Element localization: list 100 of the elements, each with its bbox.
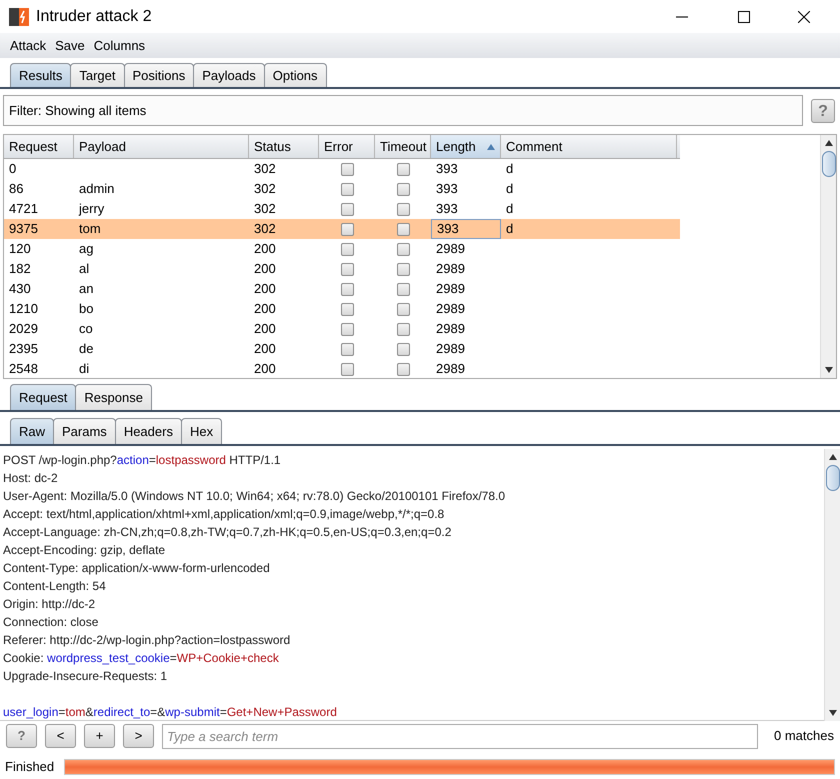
tab[interactable]: Response	[75, 384, 152, 410]
tab[interactable]: Hex	[180, 418, 222, 444]
match-count: 0 matches	[774, 727, 834, 746]
table-cell-text: 2989	[436, 320, 465, 338]
column-header[interactable]: Comment	[501, 135, 677, 158]
toolbar-button[interactable]: >	[123, 724, 154, 748]
toolbar-button[interactable]: ?	[6, 724, 37, 748]
checkbox[interactable]	[340, 282, 354, 296]
filter-bar[interactable]: Filter: Showing all items	[3, 95, 803, 126]
table-cell-text: bo	[79, 300, 94, 318]
checkbox[interactable]	[340, 202, 354, 216]
checkbox[interactable]	[340, 362, 354, 376]
checkbox[interactable]	[396, 202, 410, 216]
checkbox[interactable]	[340, 342, 354, 356]
help-button[interactable]: ?	[811, 98, 835, 122]
request-line: Origin: http://dc-2	[3, 596, 96, 613]
table-cell-text: 302	[254, 220, 276, 238]
scroll-down-icon[interactable]	[824, 367, 832, 373]
table-cell-text: 302	[254, 160, 276, 178]
table-cell-text: 2989	[436, 360, 465, 378]
tab[interactable]: Results	[10, 63, 72, 87]
maximize-icon[interactable]	[738, 10, 750, 22]
tab[interactable]: Target	[70, 63, 124, 87]
checkbox[interactable]	[396, 262, 410, 276]
checkbox[interactable]	[340, 162, 354, 176]
table-cell-text: 200	[254, 240, 276, 258]
table-cell-text: co	[79, 320, 93, 338]
column-header[interactable]: Request	[4, 135, 74, 158]
table-cell-text: admin	[79, 180, 114, 198]
request-line: User-Agent: Mozilla/5.0 (Windows NT 10.0; Win64; x64; rv:78.0) Gecko/20100101 Firefox/78.0	[3, 488, 506, 505]
checkbox[interactable]	[340, 322, 354, 336]
tab[interactable]: Options	[264, 63, 327, 87]
column-header[interactable]: Error	[319, 135, 375, 158]
checkbox[interactable]	[340, 242, 354, 256]
table-cell-text: d	[506, 220, 514, 238]
table-cell-text: tom	[79, 220, 101, 238]
checkbox[interactable]	[396, 302, 410, 316]
table-cell-text: di	[79, 360, 90, 378]
request-line: Cookie: wordpress_test_cookie=WP+Cookie+check	[3, 650, 280, 667]
toolbar-button[interactable]: +	[84, 724, 115, 748]
table-row[interactable]: 9375 tom 302 393 d	[4, 219, 680, 239]
request-line: POST /wp-login.php?action=lostpassword HTTP/1.1	[3, 452, 282, 469]
menu-item[interactable]: Attack	[10, 36, 46, 56]
toolbar-button[interactable]: <	[45, 724, 76, 748]
table-cell-text: an	[79, 280, 94, 298]
checkbox[interactable]	[396, 242, 410, 256]
table-cell-text: 200	[254, 320, 276, 338]
table-cell-text: ag	[79, 240, 94, 258]
search-field[interactable]: Type a search term	[162, 724, 758, 748]
tab[interactable]: Headers	[114, 418, 182, 444]
tab[interactable]: Payloads	[193, 63, 265, 87]
table-cell-text: 200	[254, 360, 276, 378]
checkbox[interactable]	[396, 162, 410, 176]
close-icon[interactable]	[798, 10, 810, 22]
scrollbar-thumb[interactable]	[826, 465, 840, 491]
checkbox[interactable]	[340, 182, 354, 196]
tab[interactable]: Request	[10, 384, 76, 410]
table-cell-text: d	[506, 200, 514, 218]
table-cell-text: 2029	[9, 320, 38, 338]
window-title: Intruder attack 2	[36, 6, 152, 26]
menu-item[interactable]: Save	[55, 36, 85, 56]
checkbox[interactable]	[396, 322, 410, 336]
table-cell-text: 9375	[9, 220, 38, 238]
checkbox[interactable]	[396, 222, 410, 236]
checkbox[interactable]	[340, 222, 354, 236]
checkbox[interactable]	[396, 282, 410, 296]
table-cell-text: 200	[254, 340, 276, 358]
table-cell-text: 1210	[9, 300, 38, 318]
request-line: Accept-Language: zh-CN,zh;q=0.8,zh-TW;q=0.7,zh-HK;q=0.5,en-US;q=0.3,en;q=0.2	[3, 524, 452, 541]
request-line: Accept: text/html,application/xhtml+xml,application/xml;q=0.9,image/webp,*/*;q=0.8	[3, 506, 446, 523]
column-header[interactable]: Length	[431, 135, 501, 158]
table-cell-text: 120	[9, 240, 31, 258]
tab[interactable]: Params	[53, 418, 116, 444]
scrollbar[interactable]	[824, 449, 840, 721]
checkbox[interactable]	[340, 262, 354, 276]
request-line: Content-Type: application/x-www-form-urlencoded	[3, 560, 271, 577]
table-cell-text: 200	[254, 280, 276, 298]
scroll-up-icon[interactable]	[824, 140, 832, 146]
tab[interactable]: Positions	[124, 63, 194, 87]
scroll-down-icon[interactable]	[828, 710, 836, 716]
checkbox[interactable]	[340, 302, 354, 316]
table-cell-text: 393	[436, 200, 458, 218]
column-header[interactable]: Status	[249, 135, 319, 158]
checkbox[interactable]	[396, 182, 410, 196]
column-header[interactable]: Payload	[74, 135, 249, 158]
table-cell-text: 393	[437, 220, 459, 238]
table-cell-text: 302	[254, 180, 276, 198]
table-cell-text: d	[506, 160, 514, 178]
checkbox[interactable]	[396, 342, 410, 356]
checkbox[interactable]	[396, 362, 410, 376]
table-cell-text: 2989	[436, 280, 465, 298]
tab[interactable]: Raw	[10, 418, 54, 444]
request-line: Host: dc-2	[3, 470, 59, 487]
scrollbar[interactable]	[820, 135, 836, 378]
menu-item[interactable]: Columns	[94, 36, 146, 56]
request-line: Connection: close	[3, 614, 100, 631]
table-cell-text: 393	[436, 160, 458, 178]
app-logo-icon	[8, 6, 30, 28]
scroll-up-icon[interactable]	[828, 454, 836, 460]
scrollbar-thumb[interactable]	[822, 151, 836, 177]
